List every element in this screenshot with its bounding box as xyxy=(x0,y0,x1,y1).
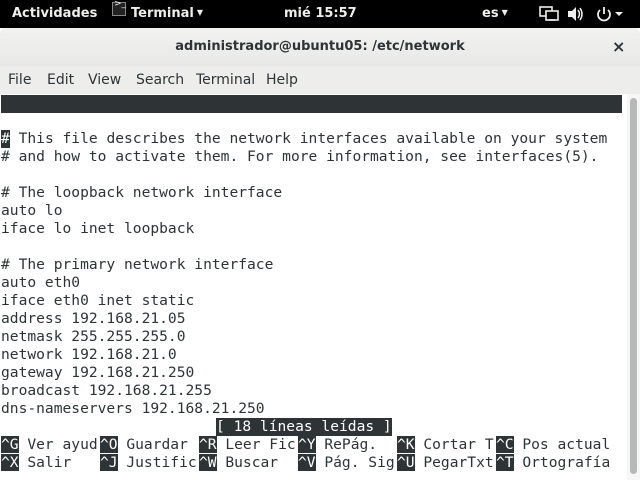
volume-icon[interactable] xyxy=(566,5,584,27)
window-title: administrador@ubuntu05: /etc/network xyxy=(175,39,465,54)
close-icon[interactable]: × xyxy=(612,37,625,56)
shortcut-exit[interactable]: ^X Salir xyxy=(1,454,98,472)
terminal-glyph: >_ xyxy=(114,0,127,9)
app-menu-label: Terminal xyxy=(131,6,194,21)
shortcut-next-page[interactable]: ^V Pág. Sig xyxy=(298,454,395,472)
file-line[interactable]: # The loopback network interface xyxy=(1,184,282,202)
menu-help[interactable]: Help xyxy=(266,72,298,88)
file-line[interactable]: dns-nameservers 192.168.21.250 xyxy=(1,400,265,418)
shortcut-label: Cortar T xyxy=(414,436,494,453)
shortcut-key: ^T xyxy=(496,454,514,471)
shortcut-cur-pos[interactable]: ^C Pos actual xyxy=(496,436,610,454)
shortcut-read-file[interactable]: ^R Leer Fic xyxy=(199,436,296,454)
terminal-scrollbar[interactable] xyxy=(627,94,640,480)
shortcut-justify[interactable]: ^J Justific xyxy=(100,454,197,472)
shortcut-key: ^O xyxy=(100,436,118,453)
shortcut-label: Leer Fic xyxy=(216,436,296,453)
file-line[interactable]: gateway 192.168.21.250 xyxy=(1,364,194,382)
file-line-text: This file describes the network interfac… xyxy=(9,130,608,147)
file-line[interactable]: auto lo xyxy=(1,202,63,220)
keyboard-layout-label: es xyxy=(482,6,499,21)
nano-header: GNU nano 2.2.6 Archivo: interfaces xyxy=(1,95,622,148)
terminal-app-icon: >_ xyxy=(112,0,127,16)
file-line[interactable]: network 192.168.21.0 xyxy=(1,346,177,364)
shortcut-label: Guardar xyxy=(117,436,197,453)
file-line[interactable]: address 192.168.21.05 xyxy=(1,310,186,328)
chevron-down-icon: ▼ xyxy=(196,8,204,17)
shortcut-label: Pos actual xyxy=(513,436,611,453)
file-line[interactable]: iface eth0 inet static xyxy=(1,292,194,310)
menu-bar: File Edit View Search Terminal Help xyxy=(0,66,640,94)
network-icon[interactable] xyxy=(538,5,560,27)
shortcut-label: Ver ayud xyxy=(18,436,98,453)
shortcut-uncut-text[interactable]: ^U PegarTxt xyxy=(397,454,494,472)
shortcut-label: PegarTxt xyxy=(414,454,494,471)
window-titlebar[interactable]: administrador@ubuntu05: /etc/network × xyxy=(0,28,640,66)
file-line[interactable]: auto eth0 xyxy=(1,274,80,292)
shortcut-key: ^W xyxy=(199,454,217,471)
app-menu[interactable]: Terminal ▼ xyxy=(131,6,203,21)
file-line[interactable]: # The primary network interface xyxy=(1,256,273,274)
shortcut-label: Buscar xyxy=(216,454,296,471)
file-line[interactable]: netmask 255.255.255.0 xyxy=(1,328,186,346)
shortcut-save[interactable]: ^O Guardar xyxy=(100,436,197,454)
file-line[interactable]: broadcast 192.168.21.255 xyxy=(1,382,212,400)
shortcut-key: ^G xyxy=(1,436,19,453)
terminal-area[interactable]: GNU nano 2.2.6 Archivo: interfaces # Thi… xyxy=(0,94,640,480)
top-bar: Actividades >_ Terminal ▼ mié 15:57 es ▼ xyxy=(0,0,640,28)
menu-file[interactable]: File xyxy=(8,72,31,88)
shortcut-cut-text[interactable]: ^K Cortar T xyxy=(397,436,494,454)
clock[interactable]: mié 15:57 xyxy=(284,6,357,21)
shortcut-label: Pág. Sig xyxy=(315,454,395,471)
shortcut-where-is[interactable]: ^W Buscar xyxy=(199,454,296,472)
menu-view[interactable]: View xyxy=(88,72,121,88)
shortcut-help[interactable]: ^G Ver ayud xyxy=(1,436,98,454)
menu-edit[interactable]: Edit xyxy=(47,72,74,88)
nano-version: GNU nano 2.2.6 xyxy=(19,113,143,130)
shortcut-spell-check[interactable]: ^T Ortografía xyxy=(496,454,610,472)
scrollbar-thumb[interactable] xyxy=(630,98,637,474)
shortcut-key: ^Y xyxy=(298,436,316,453)
shortcut-label: RePág. xyxy=(315,436,395,453)
shortcut-prev-page[interactable]: ^Y RePág. xyxy=(298,436,395,454)
menu-terminal[interactable]: Terminal xyxy=(196,72,255,88)
shortcut-key: ^U xyxy=(397,454,415,471)
shortcut-key: ^C xyxy=(496,436,514,453)
menu-search[interactable]: Search xyxy=(136,72,184,88)
shortcut-key: ^V xyxy=(298,454,316,471)
file-line[interactable]: # and how to activate them. For more inf… xyxy=(1,148,598,166)
chevron-down-icon: ▼ xyxy=(501,8,508,17)
shortcut-label: Justific xyxy=(117,454,197,471)
nano-status-message: [ 18 líneas leídas ] xyxy=(216,418,392,436)
activities-button[interactable]: Actividades xyxy=(12,6,97,21)
shortcut-label: Salir xyxy=(18,454,98,471)
file-line[interactable]: iface lo inet loopback xyxy=(1,220,194,238)
shortcut-label: Ortografía xyxy=(513,454,611,471)
shortcut-key: ^X xyxy=(1,454,19,471)
file-line[interactable]: # This file describes the network interf… xyxy=(1,130,607,148)
keyboard-layout-menu[interactable]: es ▼ xyxy=(482,6,508,21)
text-cursor: # xyxy=(1,130,10,148)
shortcut-key: ^K xyxy=(397,436,415,453)
power-icon[interactable] xyxy=(595,5,625,27)
shortcut-key: ^J xyxy=(100,454,118,471)
shortcut-key: ^R xyxy=(199,436,217,453)
